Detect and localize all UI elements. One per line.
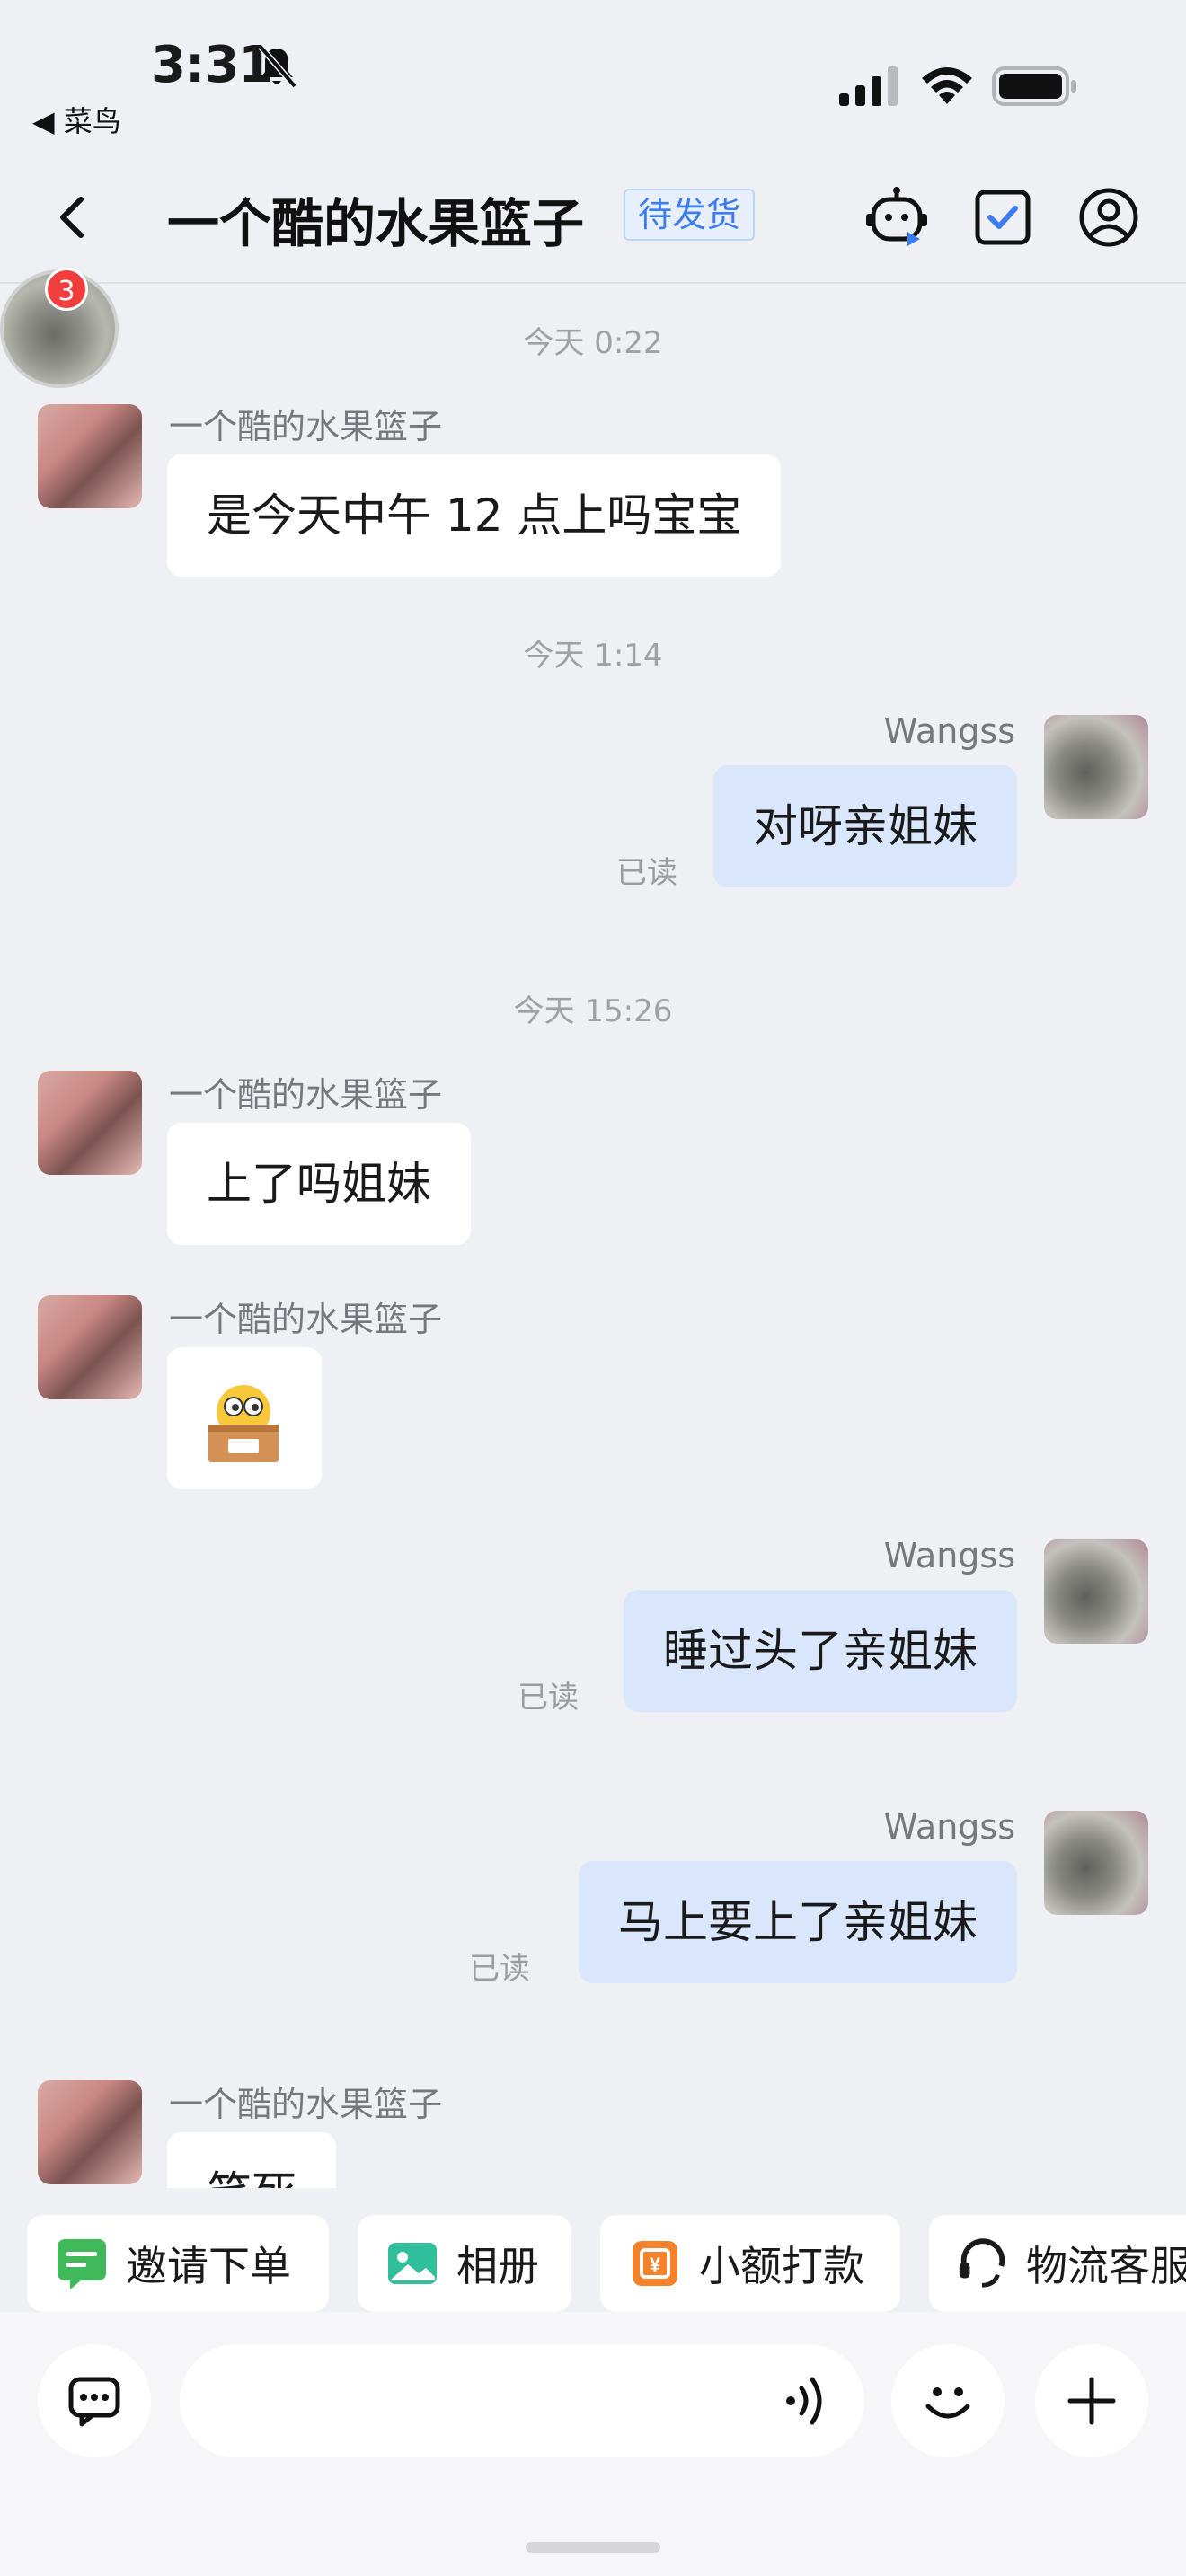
wifi-icon: [922, 67, 972, 104]
message-bubble[interactable]: 对呀亲姐妹: [713, 765, 1017, 887]
sticker-message[interactable]: [167, 1347, 322, 1489]
message-input-bar: [0, 2312, 1186, 2576]
sender-name: 一个酷的水果篮子: [169, 407, 443, 446]
logistics-service-icon: [959, 2238, 1005, 2288]
svg-text:¥: ¥: [650, 2254, 661, 2276]
seller-avatar[interactable]: [38, 404, 142, 508]
back-arrow-icon[interactable]: [47, 189, 97, 246]
photo-album-button[interactable]: 相册: [358, 2215, 571, 2312]
quick-reply-button[interactable]: [38, 2344, 151, 2457]
message-bubble[interactable]: 睡过头了亲姐妹: [624, 1590, 1017, 1712]
quick-action-bar: 邀请下单 相册 ¥ 小额打款 物流客服: [0, 2188, 1186, 2312]
my-avatar[interactable]: [1044, 1539, 1148, 1644]
read-receipt: 已读: [469, 1951, 530, 1987]
status-time: 3:31: [151, 36, 273, 94]
message-bubble[interactable]: 是今天中午 12 点上吗宝宝: [167, 454, 782, 577]
chat-bubble-icon: [68, 2377, 120, 2427]
back-to-app-link[interactable]: ◀ 菜鸟: [32, 99, 121, 140]
small-payment-button[interactable]: ¥ 小额打款: [600, 2215, 900, 2312]
sender-name: Wangss: [883, 1807, 1015, 1847]
seller-avatar[interactable]: [38, 2080, 142, 2184]
message-input[interactable]: [180, 2344, 864, 2457]
small-payment-icon: ¥: [633, 2241, 677, 2286]
sender-name: 一个酷的水果篮子: [169, 1300, 443, 1339]
user-profile-icon[interactable]: [1076, 185, 1141, 250]
more-actions-button[interactable]: [1035, 2344, 1148, 2457]
battery-icon: [992, 66, 1076, 106]
chat-header: 一个酷的水果篮子 待发货: [0, 153, 1186, 284]
order-invite-icon: [58, 2239, 106, 2289]
invite-order-button[interactable]: 邀请下单: [27, 2215, 329, 2312]
message-list[interactable]: 今天 0:22 一个酷的水果篮子 是今天中午 12 点上吗宝宝 今天 1:14 …: [0, 286, 1186, 2188]
sender-name: 一个酷的水果篮子: [169, 2085, 443, 2124]
plus-icon: [1067, 2377, 1116, 2425]
seller-avatar[interactable]: [38, 1295, 142, 1399]
chip-label: 邀请下单: [126, 2242, 291, 2290]
emoji-button[interactable]: [891, 2344, 1005, 2457]
photo-album-icon: [388, 2243, 437, 2284]
cellular-signal-icon: [839, 66, 898, 106]
my-avatar[interactable]: [1044, 715, 1148, 819]
logistics-service-button[interactable]: 物流客服: [929, 2215, 1186, 2312]
checklist-icon[interactable]: [970, 185, 1035, 250]
status-bar: 3:31 ◀ 菜鸟: [0, 0, 1186, 138]
seller-avatar[interactable]: [38, 1071, 142, 1175]
message-bubble[interactable]: 上了吗姐妹: [167, 1123, 471, 1245]
chip-label: 相册: [456, 2242, 539, 2290]
message-bubble[interactable]: 马上要上了亲姐妹: [579, 1861, 1017, 1983]
sender-name: Wangss: [883, 1536, 1015, 1575]
sender-name: 一个酷的水果篮子: [169, 1075, 443, 1115]
message-timestamp: 今天 0:22: [523, 325, 663, 361]
robot-assistant-icon[interactable]: [864, 185, 929, 250]
my-avatar[interactable]: [1044, 1811, 1148, 1915]
order-status-badge[interactable]: 待发货: [624, 189, 756, 241]
home-indicator: [526, 2542, 660, 2553]
smiley-icon: [925, 2387, 970, 2419]
voice-input-icon[interactable]: [780, 2373, 834, 2429]
message-timestamp: 今天 1:14: [523, 638, 663, 674]
read-receipt: 已读: [616, 855, 677, 891]
read-receipt: 已读: [518, 1680, 579, 1716]
page-title: 一个酷的水果篮子: [167, 193, 585, 254]
chip-label: 小额打款: [699, 2242, 864, 2290]
message-timestamp: 今天 15:26: [513, 993, 673, 1029]
mute-bell-icon: [258, 44, 297, 89]
message-bubble[interactable]: 笑死: [167, 2132, 336, 2188]
sender-name: Wangss: [883, 711, 1015, 751]
peeking-box-emoji-icon: [208, 1385, 279, 1462]
chip-label: 物流客服: [1026, 2242, 1186, 2290]
